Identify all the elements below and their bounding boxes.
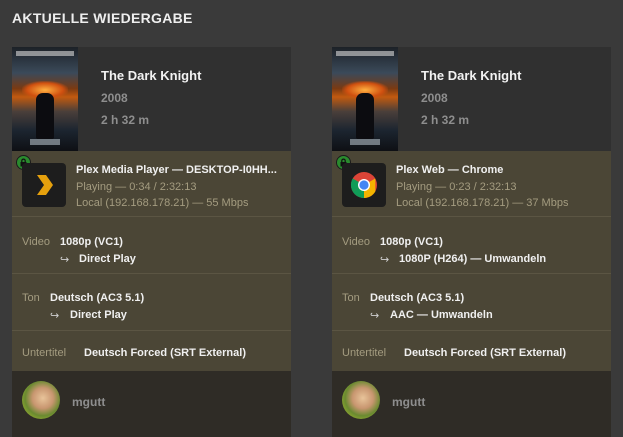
movie-duration: 2 h 32 m [421,113,470,127]
movie-header[interactable]: The Dark Knight 2008 2 h 32 m [332,47,611,151]
transcode-arrow-icon: ↪ [370,310,380,322]
audio-value: Deutsch (AC3 5.1) [50,292,145,304]
video-label: Video [22,236,50,248]
avatar[interactable] [342,381,380,419]
chrome-icon [342,163,386,207]
divider [332,216,611,217]
user-bar[interactable]: mgutt [332,371,611,437]
username[interactable]: mgutt [72,395,105,409]
divider [12,216,291,217]
audio-label: Ton [22,292,40,304]
playback-state: Playing — 0:23 / 2:32:13 [396,181,517,193]
transcode-arrow-icon: ↪ [380,254,390,266]
subtitle-value: Deutsch Forced (SRT External) [84,347,246,359]
divider [332,330,611,331]
network-info: Local (192.168.178.21) — 37 Mbps [396,197,569,209]
video-value: 1080p (VC1) [380,236,443,248]
audio-label: Ton [342,292,360,304]
divider [12,330,291,331]
playback-state: Playing — 0:34 / 2:32:13 [76,181,197,193]
subtitle-label: Untertitel [342,347,387,359]
video-value: 1080p (VC1) [60,236,123,248]
movie-poster[interactable] [332,47,398,151]
video-label: Video [342,236,370,248]
player-name: Plex Media Player — DESKTOP-I0HH... [76,164,277,176]
network-info: Local (192.168.178.21) — 55 Mbps [76,197,249,209]
transcode-arrow-icon: ↪ [60,254,70,266]
movie-year: 2008 [421,91,448,105]
movie-header[interactable]: The Dark Knight 2008 2 h 32 m [12,47,291,151]
session-card[interactable]: The Dark Knight 2008 2 h 32 m Plex Media… [12,47,291,437]
transcode-arrow-icon: ↪ [50,310,60,322]
player-name: Plex Web — Chrome [396,164,504,176]
video-transcode: 1080P (H264) — Umwandeln [399,253,547,265]
audio-transcode: AAC — Umwandeln [390,309,493,321]
divider [12,273,291,274]
movie-title[interactable]: The Dark Knight [421,68,521,83]
user-bar[interactable]: mgutt [12,371,291,437]
video-transcode: Direct Play [79,253,136,265]
subtitle-value: Deutsch Forced (SRT External) [404,347,566,359]
audio-value: Deutsch (AC3 5.1) [370,292,465,304]
movie-poster[interactable] [12,47,78,151]
avatar[interactable] [22,381,60,419]
subtitle-label: Untertitel [22,347,67,359]
movie-year: 2008 [101,91,128,105]
divider [332,273,611,274]
username[interactable]: mgutt [392,395,425,409]
page-title: AKTUELLE WIEDERGABE [12,10,193,26]
session-card[interactable]: The Dark Knight 2008 2 h 32 m Plex Web —… [332,47,611,437]
movie-title[interactable]: The Dark Knight [101,68,201,83]
audio-transcode: Direct Play [70,309,127,321]
plex-icon [22,163,66,207]
movie-duration: 2 h 32 m [101,113,150,127]
